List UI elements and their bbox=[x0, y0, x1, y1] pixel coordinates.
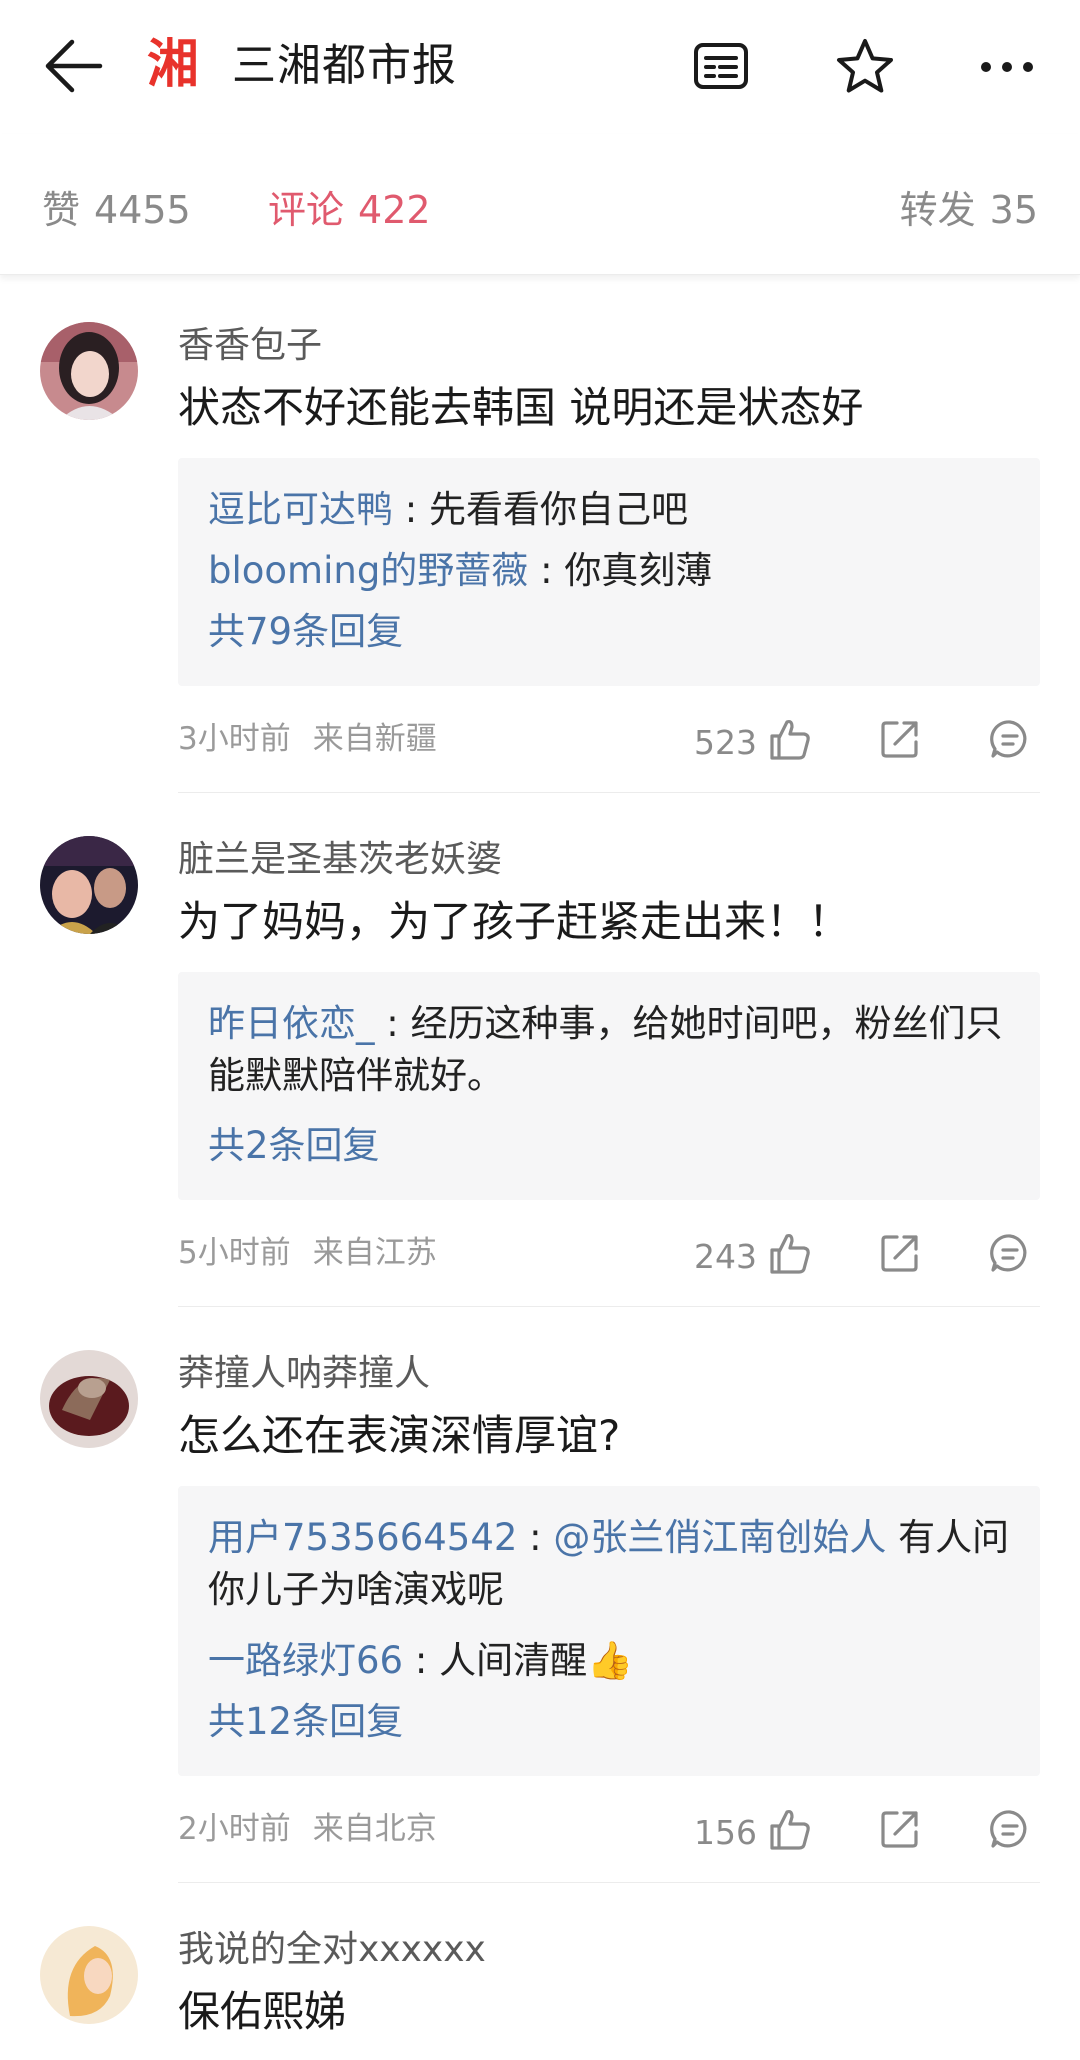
reply-item[interactable]: 逗比可达鸭 : 先看看你自己吧 bbox=[208, 484, 1018, 536]
reply-username[interactable]: blooming的野蔷薇 bbox=[208, 549, 528, 592]
tab-shares[interactable]: 转发 35 bbox=[900, 186, 1038, 234]
comment-text: 为了妈妈，为了孩子赶紧走出来！！ bbox=[178, 897, 851, 946]
comment-meta: 5小时前 来自江苏 bbox=[178, 1232, 437, 1274]
back-arrow-icon bbox=[45, 39, 103, 93]
more-button[interactable] bbox=[972, 32, 1042, 102]
avatar[interactable] bbox=[40, 1350, 138, 1448]
tab-likes[interactable]: 赞 4455 bbox=[42, 186, 191, 234]
publisher-name[interactable]: 三湘都市报 bbox=[232, 36, 457, 96]
comment-username[interactable]: 我说的全对xxxxxx bbox=[178, 1926, 486, 1974]
reply-button[interactable] bbox=[985, 714, 1035, 764]
likes-label: 赞 bbox=[42, 188, 81, 232]
comments-count: 422 bbox=[358, 188, 431, 232]
thumbs-up-icon bbox=[770, 719, 810, 760]
comment-username[interactable]: 莽撞人呐莽撞人 bbox=[178, 1350, 430, 1398]
shares-count: 35 bbox=[989, 188, 1038, 232]
like-count: 243 bbox=[694, 1237, 757, 1276]
reply-item[interactable]: 昨日依恋_ : 经历这种事，给她时间吧，粉丝们只能默默陪伴就好。 bbox=[208, 998, 1018, 1102]
reply-box[interactable]: 用户7535664542 : @张兰俏江南创始人 有人问你儿子为啥演戏呢 一路绿… bbox=[178, 1486, 1040, 1776]
tab-comments[interactable]: 评论 422 bbox=[268, 186, 431, 234]
favorite-button[interactable] bbox=[830, 32, 900, 102]
more-icon bbox=[981, 62, 1033, 72]
comment-text: 怎么还在表演深情厚谊? bbox=[178, 1411, 621, 1460]
back-button[interactable] bbox=[38, 36, 108, 96]
comment-icon bbox=[990, 1234, 1027, 1272]
like-count: 523 bbox=[694, 723, 757, 762]
comment-time: 3小时前 bbox=[178, 721, 291, 757]
share-button[interactable] bbox=[875, 714, 925, 764]
comments-page: 湘 三湘都市报 赞 4455 评论 422 转发 35 香香包子 状态不好还能去… bbox=[0, 0, 1080, 2060]
divider bbox=[178, 1882, 1040, 1883]
comment-time: 5小时前 bbox=[178, 1235, 291, 1271]
view-replies-link[interactable]: 共12条回复 bbox=[208, 1696, 403, 1748]
comments-label: 评论 bbox=[268, 188, 345, 232]
share-button[interactable] bbox=[875, 1804, 925, 1854]
reply-separator: : bbox=[374, 1002, 411, 1045]
comment-location: 来自北京 bbox=[312, 1811, 437, 1847]
share-icon bbox=[881, 721, 918, 758]
top-bar: 湘 三湘都市报 bbox=[0, 0, 1080, 134]
view-replies-link[interactable]: 共79条回复 bbox=[208, 606, 403, 658]
divider bbox=[178, 792, 1040, 793]
comment-meta: 2小时前 来自北京 bbox=[178, 1808, 437, 1850]
like-button[interactable] bbox=[764, 714, 814, 764]
like-button[interactable] bbox=[764, 1228, 814, 1278]
reply-button[interactable] bbox=[985, 1804, 1035, 1854]
comment-time: 2小时前 bbox=[178, 1811, 291, 1847]
comment-location: 来自新疆 bbox=[312, 721, 437, 757]
reply-text: 先看看你自己吧 bbox=[429, 488, 688, 531]
reply-box[interactable]: 逗比可达鸭 : 先看看你自己吧 blooming的野蔷薇 : 你真刻薄 共79条… bbox=[178, 458, 1040, 686]
reply-separator: : bbox=[403, 1639, 440, 1682]
reply-text: 人间清醒👍 bbox=[439, 1639, 634, 1682]
publisher-logo-char: 湘 bbox=[146, 35, 199, 95]
reply-box[interactable]: 昨日依恋_ : 经历这种事，给她时间吧，粉丝们只能默默陪伴就好。 共2条回复 bbox=[178, 972, 1040, 1200]
thumbs-up-icon bbox=[770, 1233, 810, 1274]
avatar[interactable] bbox=[40, 1926, 138, 2024]
likes-count: 4455 bbox=[94, 188, 191, 232]
comment-icon bbox=[990, 1810, 1027, 1848]
reply-mention[interactable]: @张兰俏江南创始人 bbox=[553, 1516, 886, 1559]
comment-meta: 3小时前 来自新疆 bbox=[178, 718, 437, 760]
comment-icon bbox=[990, 720, 1027, 758]
reply-item[interactable]: blooming的野蔷薇 : 你真刻薄 bbox=[208, 545, 1018, 597]
like-count: 156 bbox=[694, 1813, 757, 1852]
reply-text: 你真刻薄 bbox=[564, 549, 713, 592]
reply-button[interactable] bbox=[985, 1228, 1035, 1278]
view-replies-link[interactable]: 共2条回复 bbox=[208, 1120, 380, 1172]
comment-text: 状态不好还能去韩国 说明还是状态好 bbox=[178, 383, 864, 432]
reply-username[interactable]: 用户7535664542 bbox=[208, 1516, 517, 1559]
shares-label: 转发 bbox=[899, 188, 976, 232]
comment-location: 来自江苏 bbox=[312, 1235, 437, 1271]
reply-separator: : bbox=[528, 549, 565, 592]
stats-tabs: 赞 4455 评论 422 转发 35 bbox=[0, 134, 1080, 275]
star-icon bbox=[837, 39, 893, 93]
like-button[interactable] bbox=[764, 1804, 814, 1854]
list-icon bbox=[694, 43, 748, 89]
share-button[interactable] bbox=[875, 1228, 925, 1278]
divider bbox=[178, 1306, 1040, 1307]
reply-item[interactable]: 用户7535664542 : @张兰俏江南创始人 有人问你儿子为啥演戏呢 bbox=[208, 1512, 1018, 1616]
avatar[interactable] bbox=[40, 322, 138, 420]
list-button[interactable] bbox=[686, 32, 756, 102]
reply-username[interactable]: 昨日依恋_ bbox=[208, 1002, 375, 1045]
share-icon bbox=[881, 1235, 918, 1272]
comment-text: 保佑熙娣 bbox=[178, 1987, 347, 2036]
comment-username[interactable]: 香香包子 bbox=[178, 322, 322, 370]
reply-item[interactable]: 一路绿灯66 : 人间清醒👍 bbox=[208, 1635, 1018, 1687]
comment-username[interactable]: 脏兰是圣基茨老妖婆 bbox=[178, 836, 502, 884]
share-icon bbox=[881, 1811, 918, 1848]
thumbs-up-icon bbox=[770, 1809, 810, 1850]
avatar[interactable] bbox=[40, 836, 138, 934]
reply-separator: : bbox=[393, 488, 429, 531]
reply-username[interactable]: 逗比可达鸭 bbox=[208, 488, 393, 531]
publisher-logo[interactable]: 湘 bbox=[144, 34, 202, 96]
reply-username[interactable]: 一路绿灯66 bbox=[208, 1639, 403, 1682]
reply-separator: : bbox=[517, 1516, 554, 1559]
